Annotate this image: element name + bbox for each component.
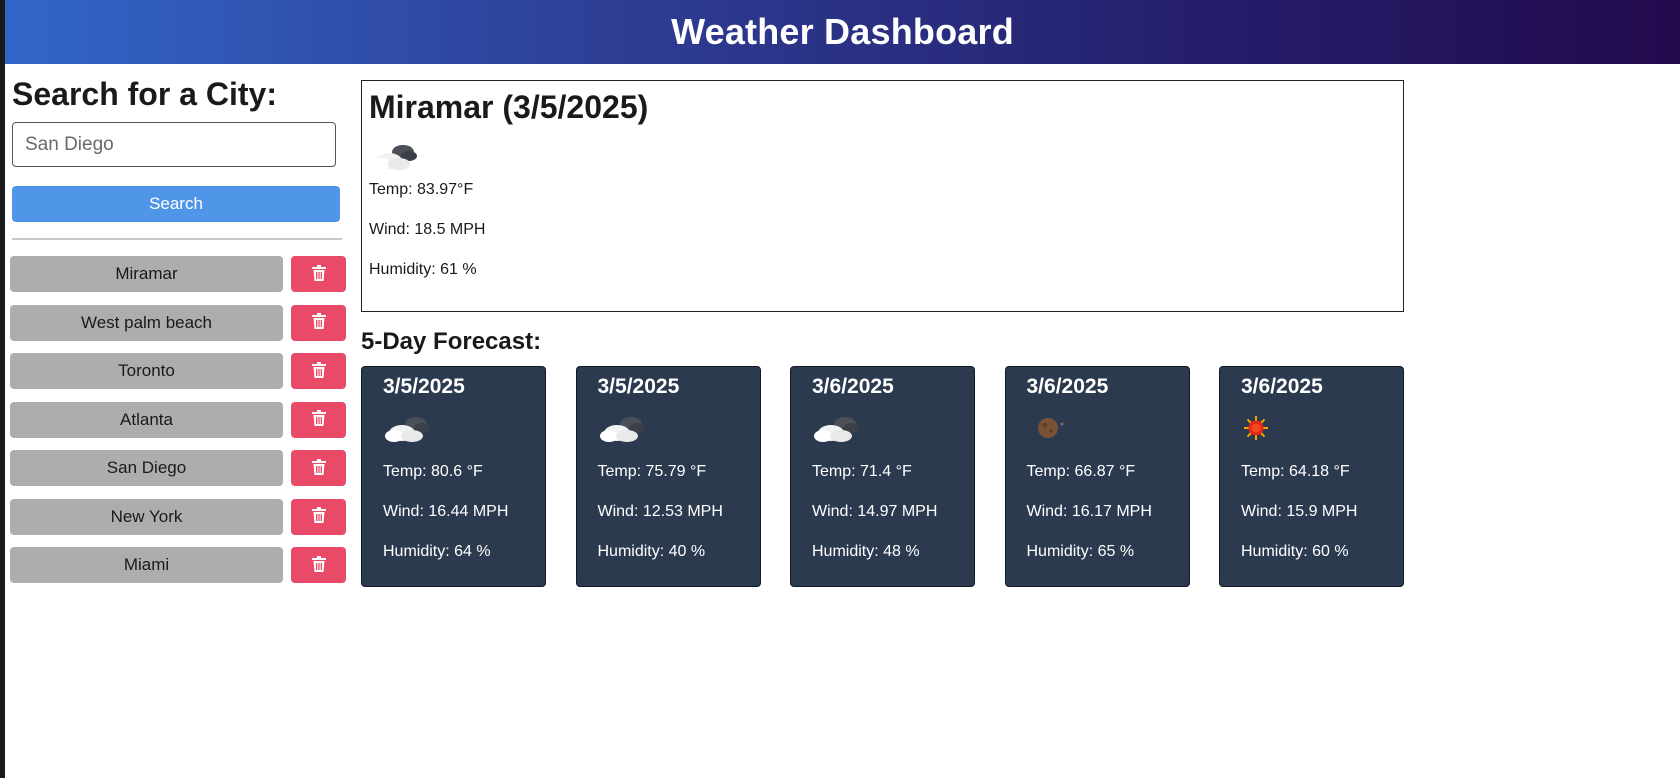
trash-icon: [311, 313, 326, 332]
history-row: Miami: [10, 547, 346, 583]
history-city-button[interactable]: Miami: [10, 547, 283, 583]
history-row: New York: [10, 498, 346, 535]
history-city-button[interactable]: San Diego: [10, 450, 283, 486]
app-header: Weather Dashboard: [5, 0, 1680, 64]
current-humidity: Humidity: 61 %: [369, 261, 477, 278]
forecast-humidity: Humidity: 48 %: [812, 543, 920, 560]
sidebar: Search for a City: Search Miramar West pa…: [10, 64, 346, 583]
history-city-button[interactable]: Miramar: [10, 256, 283, 292]
moon-icon: [1028, 411, 1076, 450]
cloud-icon: [371, 139, 419, 178]
trash-icon: [311, 507, 326, 526]
forecast-wind: Wind: 15.9 MPH: [1241, 503, 1358, 520]
search-heading: Search for a City:: [12, 76, 277, 112]
current-temp: Temp: 83.97°F: [369, 181, 474, 198]
sun-icon: [1242, 411, 1290, 450]
search-history-list: Miramar West palm beach Toronto Atlanta San …: [10, 256, 346, 596]
forecast-heading: 5-Day Forecast:: [361, 328, 542, 355]
current-city-title: Miramar (3/5/2025): [369, 89, 649, 125]
forecast-date: 3/6/2025: [1026, 375, 1109, 398]
cloud-icon: [599, 411, 647, 450]
forecast-temp: Temp: 80.6 °F: [383, 463, 483, 480]
cloud-icon: [384, 411, 432, 450]
forecast-card: 3/6/2025 Temp: 66.87 °F Wind: 16.17 MPH Hum…: [1004, 366, 1190, 587]
trash-icon: [311, 458, 326, 478]
current-wind: Wind: 18.5 MPH: [369, 221, 486, 238]
forecast-temp: Temp: 71.4 °F: [812, 463, 912, 480]
history-row: Atlanta: [10, 401, 346, 438]
delete-city-button[interactable]: [291, 304, 346, 341]
trash-icon: [311, 555, 326, 575]
delete-city-button[interactable]: [291, 450, 346, 486]
forecast-wind: Wind: 12.53 MPH: [597, 503, 723, 520]
cloud-icon: [813, 411, 861, 450]
forecast-date: 3/5/2025: [383, 375, 465, 398]
forecast-card: 3/5/2025 Temp: 75.79 °F Wind: 12.53 MPH Hum…: [575, 366, 761, 587]
trash-icon: [311, 361, 326, 381]
search-button[interactable]: Search: [12, 186, 340, 222]
delete-city-button[interactable]: [291, 547, 346, 583]
forecast-date: 3/6/2025: [812, 375, 894, 398]
page-title: Weather Dashboard: [671, 11, 1014, 52]
history-city-button[interactable]: Atlanta: [10, 401, 283, 438]
delete-city-button[interactable]: [291, 353, 346, 389]
history-city-button[interactable]: Toronto: [10, 353, 283, 389]
forecast-humidity: Humidity: 40 %: [597, 543, 706, 560]
sidebar-divider: [12, 238, 342, 240]
forecast-humidity: Humidity: 60 %: [1241, 543, 1349, 560]
city-search-input[interactable]: [12, 122, 336, 167]
forecast-wind: Wind: 16.17 MPH: [1026, 503, 1152, 520]
trash-icon: [311, 264, 326, 284]
history-row: Toronto: [10, 353, 346, 389]
forecast-temp: Temp: 64.18 °F: [1241, 463, 1350, 480]
forecast-temp: Temp: 66.87 °F: [1026, 463, 1136, 480]
delete-city-button[interactable]: [291, 256, 346, 292]
forecast-wind: Wind: 14.97 MPH: [812, 503, 938, 520]
history-city-button[interactable]: West palm beach: [10, 304, 283, 341]
delete-city-button[interactable]: [291, 498, 346, 535]
current-weather-panel: Miramar (3/5/2025) Temp: 83.97°F Wind: 1…: [361, 80, 1404, 312]
forecast-card: 3/6/2025 Temp: 71.4 °F Wind: 14.97 MPH Humi…: [790, 366, 975, 587]
forecast-date: 3/6/2025: [1241, 375, 1323, 398]
forecast-card: 3/6/2025 Temp: 64.18 °F Wind: 15.9 MPH Humi…: [1219, 366, 1404, 587]
trash-icon: [311, 410, 326, 429]
forecast-date: 3/5/2025: [597, 375, 680, 398]
forecast-humidity: Humidity: 65 %: [1026, 543, 1135, 560]
forecast-humidity: Humidity: 64 %: [383, 543, 491, 560]
history-row: West palm beach: [10, 304, 346, 341]
history-city-button[interactable]: New York: [10, 498, 283, 535]
delete-city-button[interactable]: [291, 401, 346, 438]
forecast-temp: Temp: 75.79 °F: [597, 463, 707, 480]
window-edge: [0, 0, 5, 778]
history-row: San Diego: [10, 450, 346, 486]
history-row: Miramar: [10, 256, 346, 292]
forecast-card: 3/5/2025 Temp: 80.6 °F Wind: 16.44 MPH Humi…: [361, 366, 546, 587]
forecast-wind: Wind: 16.44 MPH: [383, 503, 509, 520]
